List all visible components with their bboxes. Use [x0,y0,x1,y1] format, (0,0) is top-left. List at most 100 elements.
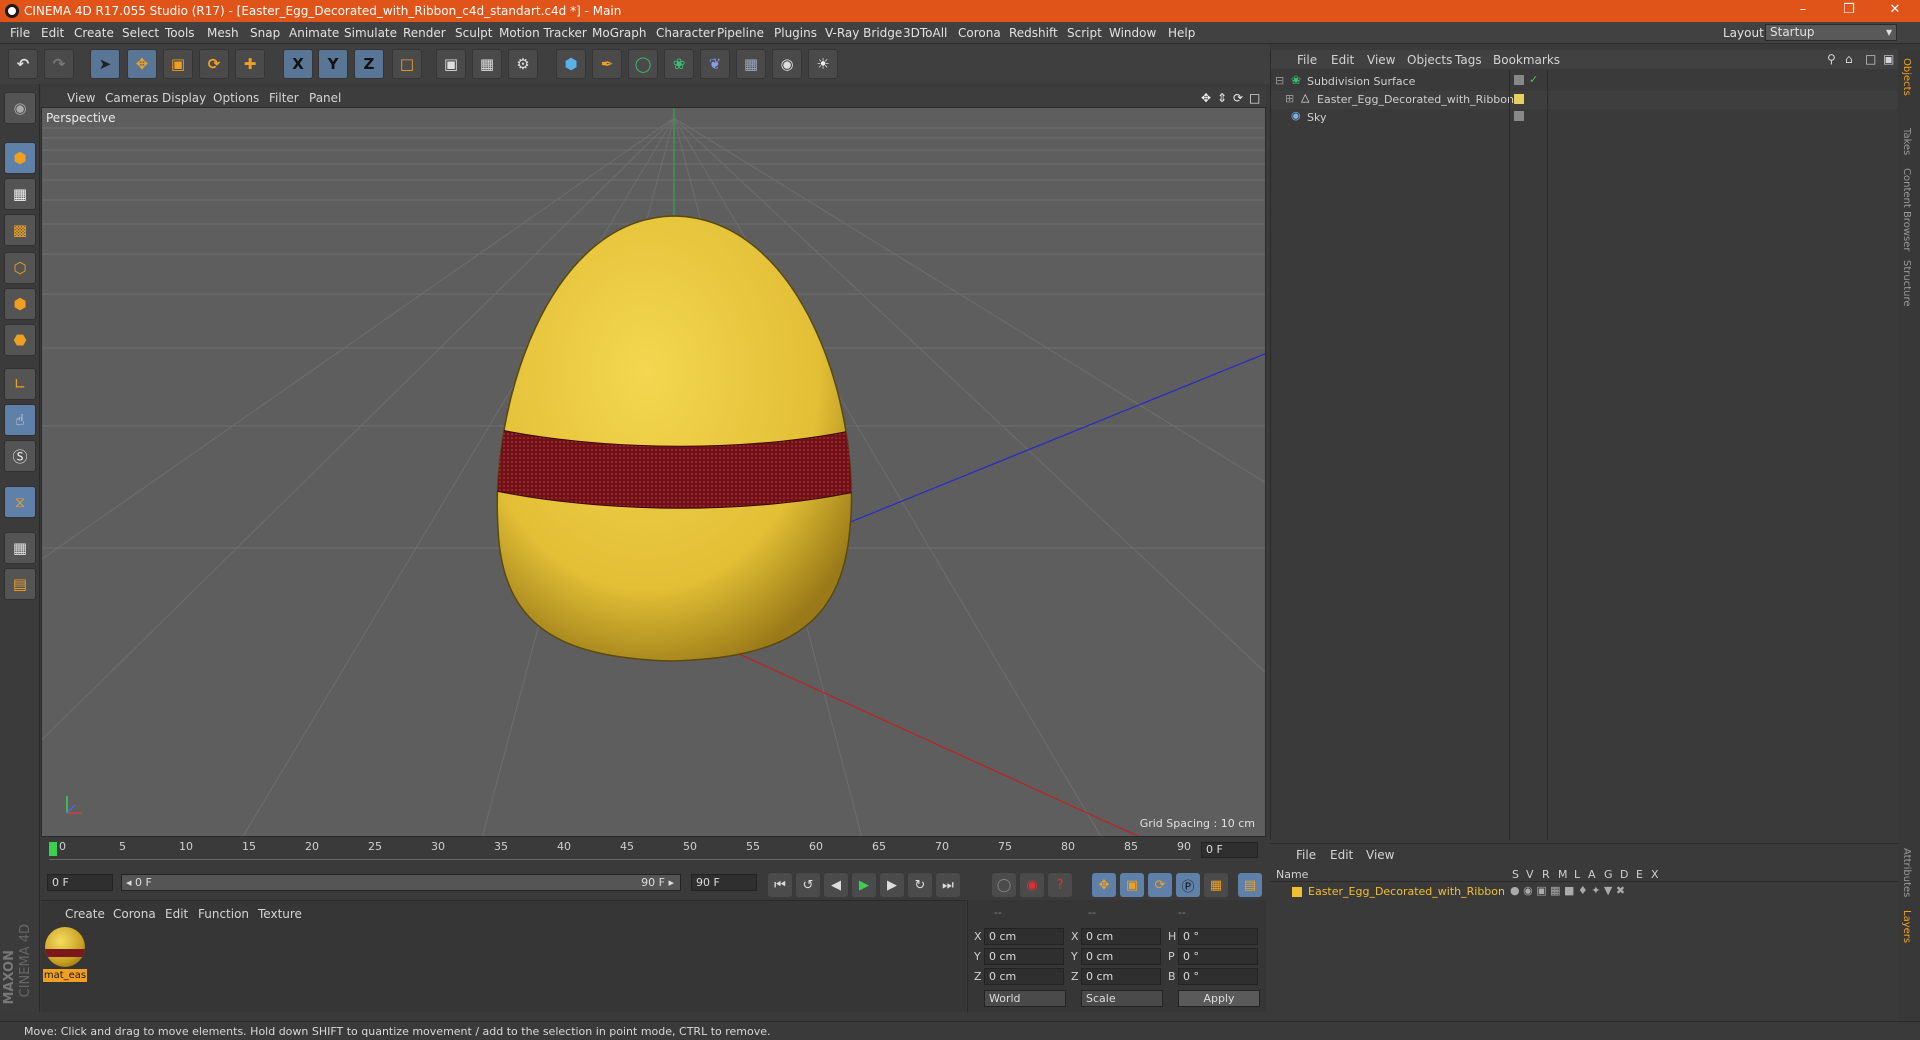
object-row[interactable]: ⊟ ❀ Subdivision Surface ✓ [1271,73,1899,91]
coord-size-z-field[interactable]: 0 cm [1081,968,1161,985]
menu-simulate[interactable]: Simulate [344,26,397,40]
enabled-check-icon[interactable]: ✓ [1529,73,1538,86]
camera-icon[interactable]: ◉ [772,49,802,79]
pan-view-icon[interactable]: ✥ [1201,91,1211,105]
solo-icon[interactable]: Ⓢ [4,440,36,472]
frame-range-slider[interactable]: ◂ 0 F 90 F ▸ [121,874,681,891]
move-icon[interactable]: ✥ [127,49,157,79]
search-icon[interactable]: ⚲ [1827,52,1836,66]
coord-size-x-field[interactable]: 0 cm [1081,928,1161,945]
undo-icon[interactable]: ↶ [8,49,38,79]
x-axis-icon[interactable]: X [283,49,313,79]
material-swatch[interactable]: mat_eas [43,925,87,985]
expand-icon[interactable]: ▣ [1883,52,1894,66]
menu-corona[interactable]: Corona [958,26,1001,40]
play-icon[interactable]: ▶ [852,873,876,897]
subdivision-icon[interactable]: ◯ [628,49,658,79]
end-frame-field[interactable]: 90 F [691,874,757,891]
z-axis-icon[interactable]: Z [354,49,384,79]
select-icon[interactable]: ➤ [90,49,120,79]
light-icon[interactable]: ☀ [808,49,838,79]
coord-rot-h-field[interactable]: 0 ° [1178,928,1258,945]
layer-flags-icon[interactable]: ● ◉ ▣ ▦ ■ ♦ ✦ ▼ ✖ [1510,884,1625,897]
texture-mode-icon[interactable]: ▦ [4,178,36,210]
rotate-icon[interactable]: ⟳ [199,49,229,79]
coordinate-mode-select[interactable]: World [984,990,1066,1007]
obj-menu-view[interactable]: View [1367,53,1395,67]
obj-menu-bookmarks[interactable]: Bookmarks [1493,53,1560,67]
sculpt-mode-icon[interactable]: ◉ [4,92,36,124]
restore-button[interactable]: ❒ [1826,0,1872,22]
menu-select[interactable]: Select [122,26,159,40]
layer-color-swatch[interactable] [1292,887,1302,897]
tab-attributes[interactable]: Attributes [1901,848,1912,897]
collapse-icon[interactable]: ⊟ [1275,74,1284,87]
menu-animate[interactable]: Animate [289,26,339,40]
menu-pipeline[interactable]: Pipeline [717,26,764,40]
tab-takes[interactable]: Takes [1901,128,1912,155]
tab-objects[interactable]: Objects [1901,58,1912,96]
menu-help[interactable]: Help [1168,26,1195,40]
pen-icon[interactable]: ✒ [592,49,622,79]
viewport-menu-cameras[interactable]: Cameras [105,91,158,105]
obj-menu-objects[interactable]: Objects [1407,53,1452,67]
obj-menu-edit[interactable]: Edit [1331,53,1354,67]
deformer-icon[interactable]: ❦ [700,49,730,79]
polygons-mode-icon[interactable]: ⬣ [4,324,36,356]
menu-vray-bridge[interactable]: V-Ray Bridge [825,26,902,40]
size-mode-select[interactable]: Scale [1081,990,1163,1007]
playhead[interactable] [49,842,57,856]
coordinate-system-icon[interactable]: □ [392,49,422,79]
material-menu-corona[interactable]: Corona [113,907,156,921]
go-to-start-icon[interactable]: ⏮ [768,873,792,897]
scale-icon[interactable]: ▣ [163,49,193,79]
layer-menu-view[interactable]: View [1366,848,1394,862]
key-pla-icon[interactable]: ▦ [1204,873,1228,897]
menu-motion-tracker[interactable]: Motion Tracker [499,26,587,40]
edges-mode-icon[interactable]: ⬢ [4,288,36,320]
render-settings-icon[interactable]: ⚙ [508,49,538,79]
menu-create[interactable]: Create [74,26,114,40]
current-frame-field[interactable]: 0 F [1201,842,1258,858]
material-menu-create[interactable]: Create [65,907,105,921]
next-key-icon[interactable]: ↻ [908,873,932,897]
menu-window[interactable]: Window [1109,26,1156,40]
layer-tag-icon[interactable] [1514,75,1524,85]
menu-script[interactable]: Script [1067,26,1102,40]
coord-pos-z-field[interactable]: 0 cm [984,968,1064,985]
layer-tag-icon[interactable] [1514,111,1524,121]
material-menu-edit[interactable]: Edit [165,907,188,921]
menu-file[interactable]: File [10,26,30,40]
layout-select[interactable]: Startup ▾ [1765,24,1897,41]
record-keys-icon[interactable]: ◯ [992,873,1016,897]
viewport-menu-display[interactable]: Display [162,91,206,105]
maximize-view-icon[interactable]: □ [1249,91,1260,105]
coord-pos-y-field[interactable]: 0 cm [984,948,1064,965]
workplane-lock-icon[interactable]: ▦ [4,532,36,564]
keyframe-selection-icon[interactable]: ? [1048,873,1072,897]
go-to-end-icon[interactable]: ⏭ [936,873,960,897]
live-select-icon[interactable]: ✚ [235,49,265,79]
previous-key-icon[interactable]: ↺ [796,873,820,897]
menu-snap[interactable]: Snap [250,26,280,40]
render-view-icon[interactable]: ▣ [436,49,466,79]
coord-pos-x-field[interactable]: 0 cm [984,928,1064,945]
obj-menu-file[interactable]: File [1297,53,1317,67]
menu-sculpt[interactable]: Sculpt [455,26,492,40]
key-rotation-icon[interactable]: ⟳ [1148,873,1172,897]
coord-rot-p-field[interactable]: 0 ° [1178,948,1258,965]
key-position-icon[interactable]: ✥ [1092,873,1116,897]
tab-content-browser[interactable]: Content Browser [1901,168,1912,251]
material-menu-texture[interactable]: Texture [258,907,302,921]
menu-mesh[interactable]: Mesh [207,26,239,40]
menu-plugins[interactable]: Plugins [774,26,817,40]
floor-icon[interactable]: ▦ [736,49,766,79]
coord-rot-b-field[interactable]: 0 ° [1178,968,1258,985]
perspective-viewport[interactable]: Perspective Grid Spacing : 10 cm [41,107,1266,837]
timeline-ruler[interactable]: 0 5 10 15 20 25 30 35 40 45 50 55 60 65 … [41,838,1266,862]
apply-button[interactable]: Apply [1178,990,1260,1007]
layer-menu-edit[interactable]: Edit [1330,848,1353,862]
new-window-icon[interactable]: □ [1865,52,1876,66]
menu-mograph[interactable]: MoGraph [592,26,647,40]
render-picture-viewer-icon[interactable]: ▦ [472,49,502,79]
